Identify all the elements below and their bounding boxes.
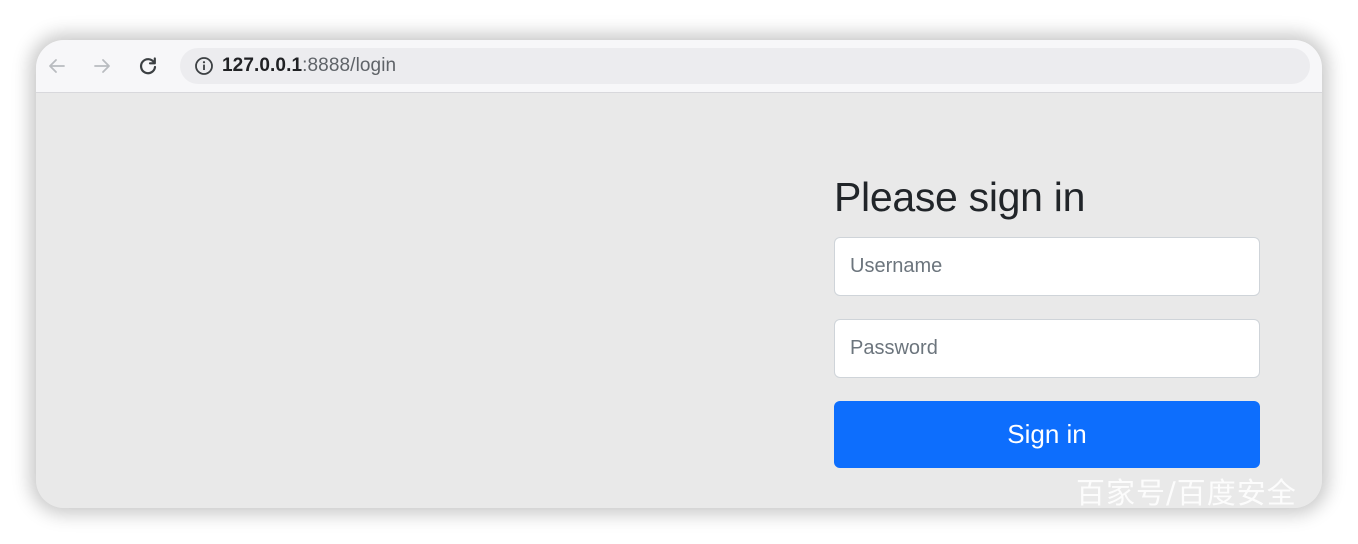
arrow-left-icon [49,59,65,73]
url-text[interactable]: 127.0.0.1:8888/login [222,55,396,77]
url-host: 127.0.0.1 [222,55,303,76]
page-content: Please sign in Sign in [36,93,1322,508]
url-path: :8888/login [302,55,397,76]
info-circle-icon[interactable] [194,56,214,76]
back-button[interactable] [44,53,70,79]
address-bar[interactable]: 127.0.0.1:8888/login [180,48,1310,84]
username-input[interactable] [834,237,1260,296]
login-form: Please sign in Sign in [834,173,1260,468]
browser-window: 127.0.0.1:8888/login Please sign in Sign… [36,40,1322,508]
browser-toolbar: 127.0.0.1:8888/login [36,40,1322,93]
sign-in-button[interactable]: Sign in [834,401,1260,468]
reload-icon [139,57,157,75]
password-input[interactable] [834,319,1260,378]
forward-button[interactable] [89,53,115,79]
arrow-right-icon [94,59,110,73]
page-title: Please sign in [834,174,1086,220]
reload-button[interactable] [135,53,161,79]
watermark: 百家号/百度安全 [1076,476,1297,510]
